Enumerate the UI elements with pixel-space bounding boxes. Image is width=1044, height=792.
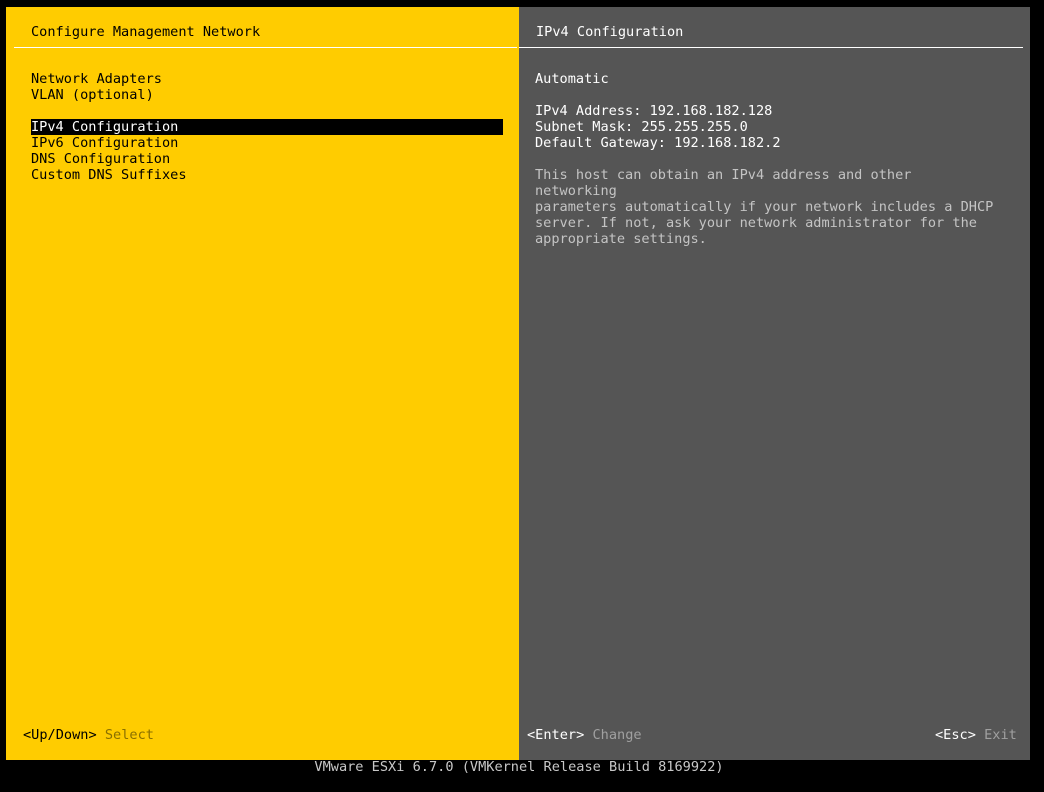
default-gateway: Default Gateway: 192.168.182.2 bbox=[535, 135, 781, 151]
menu-pane-title: Configure Management Network bbox=[31, 24, 261, 40]
ipv4-mode: Automatic bbox=[535, 71, 609, 87]
footer-change-hint: <Enter> Change bbox=[527, 727, 642, 743]
detail-spacer bbox=[535, 87, 1015, 103]
esc-key[interactable]: <Esc> bbox=[935, 727, 976, 743]
menu-list: Network Adapters VLAN (optional) IPv4 Co… bbox=[31, 71, 503, 183]
menu-spacer bbox=[31, 103, 503, 119]
enter-key[interactable]: <Enter> bbox=[527, 727, 584, 743]
version-status-bar: VMware ESXi 6.7.0 (VMKernel Release Buil… bbox=[314, 759, 724, 775]
footer-select-hint: <Up/Down> Select bbox=[23, 727, 154, 743]
subnet-mask: Subnet Mask: 255.255.255.0 bbox=[535, 119, 748, 135]
footer-exit-hint: <Esc> Exit bbox=[935, 727, 1017, 743]
ipv4-address: IPv4 Address: 192.168.182.128 bbox=[535, 103, 773, 119]
menu-item-custom-dns-suffixes[interactable]: Custom DNS Suffixes bbox=[31, 167, 503, 183]
menu-item-dns-configuration[interactable]: DNS Configuration bbox=[31, 151, 503, 167]
menu-item-vlan[interactable]: VLAN (optional) bbox=[31, 87, 503, 103]
menu-item-network-adapters[interactable]: Network Adapters bbox=[31, 71, 503, 87]
exit-action-label: Exit bbox=[984, 727, 1017, 743]
detail-pane-divider bbox=[519, 47, 1023, 48]
detail-spacer bbox=[535, 151, 1015, 167]
menu-item-ipv6-configuration[interactable]: IPv6 Configuration bbox=[31, 135, 503, 151]
updown-key[interactable]: <Up/Down> bbox=[23, 727, 97, 743]
help-text: This host can obtain an IPv4 address and… bbox=[535, 167, 994, 247]
menu-pane-divider bbox=[14, 47, 517, 48]
change-action-label: Change bbox=[592, 727, 642, 743]
ipv4-details: Automatic IPv4 Address: 192.168.182.128 … bbox=[535, 71, 1015, 247]
menu-item-ipv4-configuration[interactable]: IPv4 Configuration bbox=[31, 119, 503, 135]
detail-pane-title: IPv4 Configuration bbox=[536, 24, 684, 40]
select-action-label: Select bbox=[104, 727, 154, 743]
